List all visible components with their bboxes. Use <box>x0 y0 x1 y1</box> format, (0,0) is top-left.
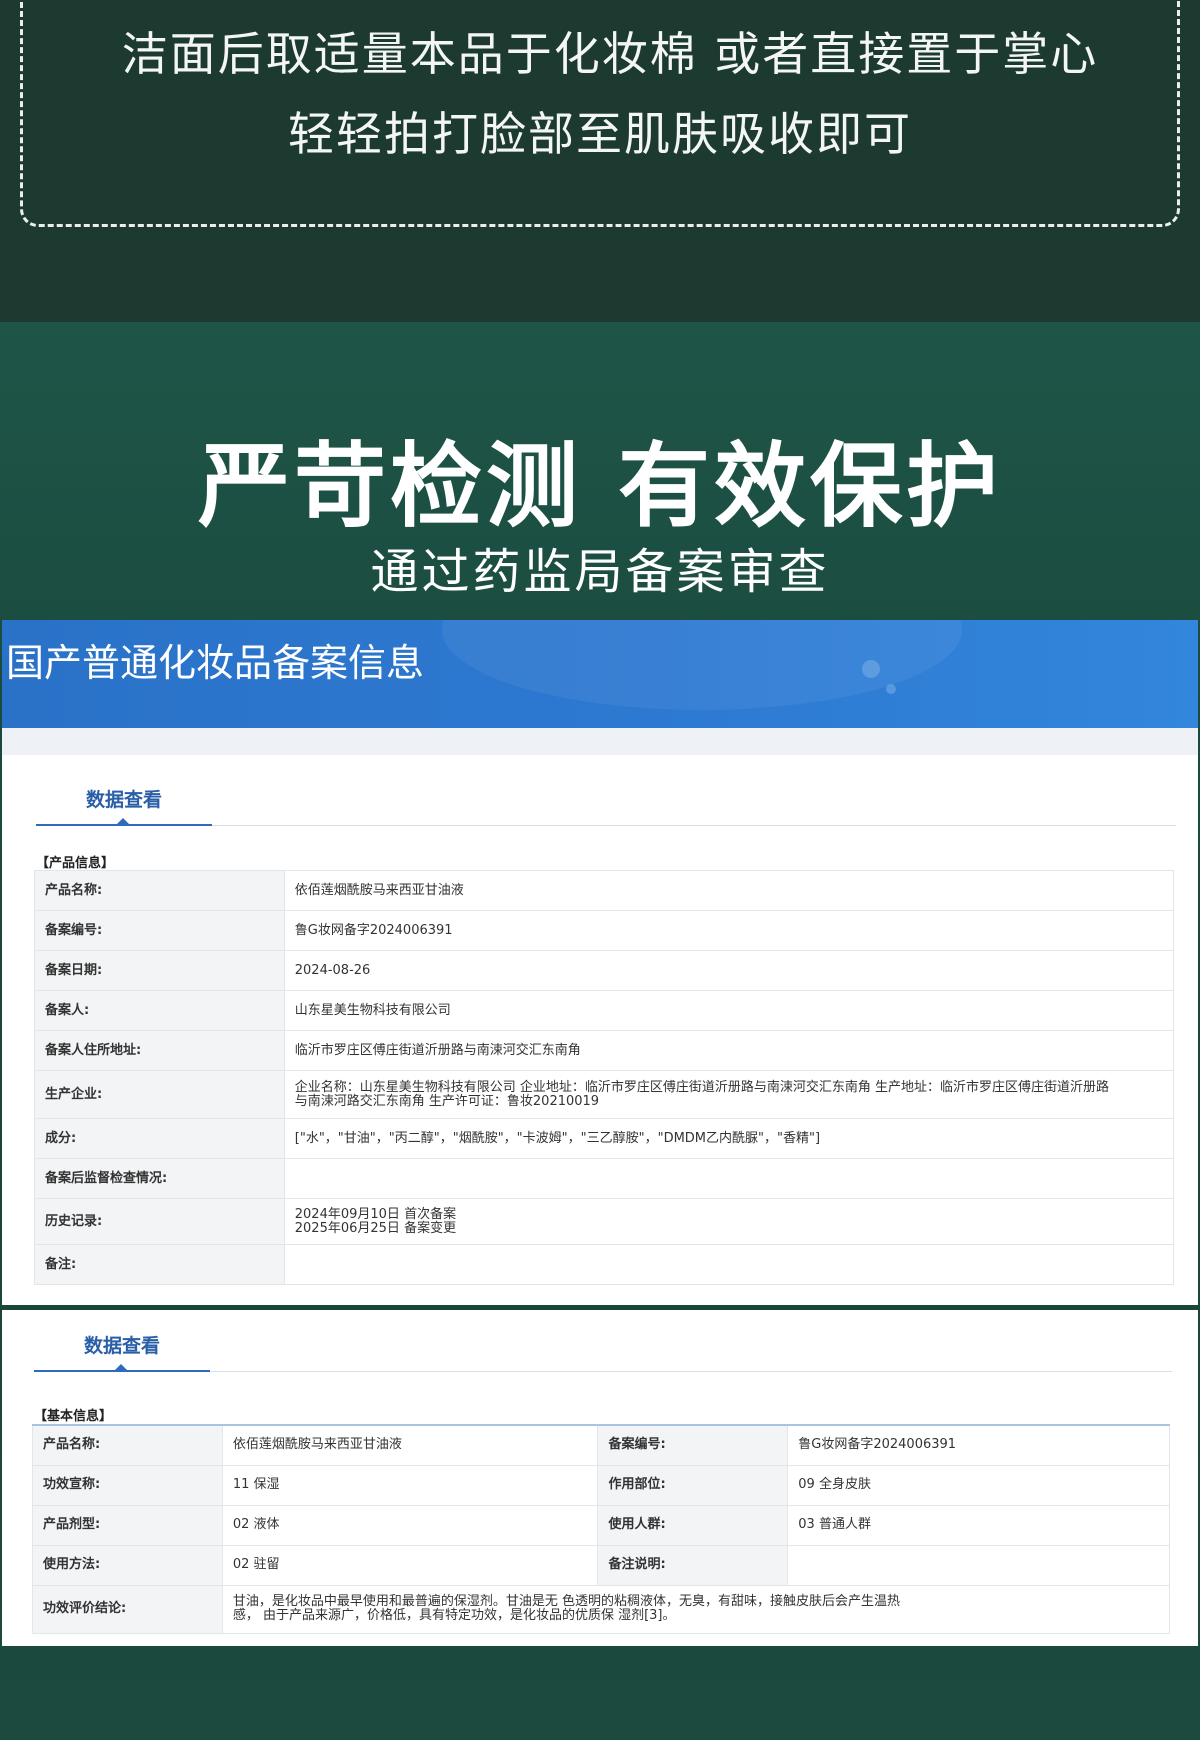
tab-data-view[interactable]: 数据查看 <box>34 1328 210 1372</box>
table-row: 备案日期: 2024-08-26 <box>34 950 1175 991</box>
conclusion-line: 甘油，是化妆品中最早使用和最普遍的保湿剂。甘油是无 色透明的粘稠液体，无臭，有甜… <box>232 1594 900 1609</box>
tab-data-view-label: 数据查看 <box>85 789 162 811</box>
row-label: 产品剂型: <box>32 1504 223 1546</box>
table-row: 备注: <box>34 1244 1175 1285</box>
row-label: 使用方法: <box>32 1544 223 1586</box>
history-entry: 2025年06月25日 备案变更 <box>294 1220 457 1236</box>
table-row: 备案人: 山东星美生物科技有限公司 <box>34 990 1175 1031</box>
history-entry: 2024年09月10日 首次备案 <box>294 1206 457 1222</box>
row-label: 备案编号: <box>34 910 285 951</box>
product-info-heading: 【产品信息】 <box>36 856 115 871</box>
tab-caret-icon <box>114 1364 128 1371</box>
efficacy-conclusion: 甘油，是化妆品中最早使用和最普遍的保湿剂。甘油是无 色透明的粘稠液体，无臭，有甜… <box>221 1584 1171 1634</box>
row-value: 02 驻留 <box>221 1544 599 1586</box>
tab-data-view-label: 数据查看 <box>83 1335 160 1357</box>
table-row: 备案编号: 鲁G妆网备字2024006391 <box>34 910 1175 951</box>
row-label: 备案人: <box>34 990 285 1031</box>
row-value: 03 普通人群 <box>787 1504 1170 1546</box>
row-label: 备注说明: <box>597 1544 789 1586</box>
table-row: 功效宣称: 11 保湿 作用部位: 09 全身皮肤 <box>32 1464 1170 1506</box>
row-label: 备案人住所地址: <box>34 1030 285 1071</box>
row-value: 02 液体 <box>221 1504 599 1546</box>
row-label: 历史记录: <box>34 1198 285 1245</box>
row-value: 临沂市罗庄区傅庄街道沂册路与南涑河交汇东南角 <box>283 1030 1175 1071</box>
registry-banner: 国产普通化妆品备案信息 <box>2 620 1198 728</box>
row-value <box>787 1544 1170 1586</box>
usage-line-2: 轻轻拍打脸部至肌肤吸收即可 <box>288 107 912 161</box>
banner-strip <box>2 728 1198 755</box>
row-label: 生产企业: <box>34 1070 285 1119</box>
row-value: 11 保湿 <box>221 1464 599 1506</box>
table-row: 生产企业: 企业名称：山东星美生物科技有限公司 企业地址：临沂市罗庄区傅庄街道沂… <box>34 1070 1175 1119</box>
banner-decoration <box>442 620 962 710</box>
row-label: 功效评价结论: <box>32 1584 223 1634</box>
row-label: 作用部位: <box>597 1464 789 1506</box>
inspection-subtitle: 通过药监局备案审查 <box>370 544 830 600</box>
row-value: 山东星美生物科技有限公司 <box>283 990 1175 1031</box>
tab-bar: 数据查看 <box>34 1328 1172 1372</box>
tab-bar: 数据查看 <box>36 782 1176 826</box>
row-value <box>283 1244 1175 1285</box>
row-label: 产品名称: <box>34 870 285 911</box>
row-label: 功效宣称: <box>32 1464 223 1506</box>
inspection-title: 严苛检测 有效保护 <box>197 433 1003 540</box>
table-row: 历史记录: 2024年09月10日 首次备案 2025年06月25日 备案变更 <box>34 1198 1175 1245</box>
row-label: 备案编号: <box>597 1424 789 1466</box>
product-info-table: 产品名称: 依佰莲烟酰胺马来西亚甘油液 备案编号: 鲁G妆网备字20240063… <box>34 870 1175 1285</box>
row-value: 09 全身皮肤 <box>787 1464 1170 1506</box>
row-value: 企业名称：山东星美生物科技有限公司 企业地址：临沂市罗庄区傅庄街道沂册路与南涑河… <box>283 1070 1175 1119</box>
basic-info-table: 产品名称: 依佰莲烟酰胺马来西亚甘油液 备案编号: 鲁G妆网备字20240063… <box>32 1424 1171 1634</box>
table-row: 成分: ["水"，"甘油"，"丙二醇"，"烟酰胺"，"卡波姆"，"三乙醇胺"，"… <box>34 1118 1175 1159</box>
table-row: 备案后监督检查情况: <box>34 1158 1175 1199</box>
usage-line-1: 洁面后取适量本品于化妆棉 或者直接置于掌心 <box>121 27 1099 81</box>
table-row: 使用方法: 02 驻留 备注说明: <box>32 1544 1170 1586</box>
row-label: 成分: <box>34 1118 285 1159</box>
row-value: 2024-08-26 <box>283 950 1175 991</box>
row-value: 依佰莲烟酰胺马来西亚甘油液 <box>283 870 1175 911</box>
row-label: 备案日期: <box>34 950 285 991</box>
tab-caret-icon <box>116 818 130 825</box>
row-value: 2024年09月10日 首次备案 2025年06月25日 备案变更 <box>283 1198 1175 1245</box>
table-row: 备案人住所地址: 临沂市罗庄区傅庄街道沂册路与南涑河交汇东南角 <box>34 1030 1175 1071</box>
basic-info-heading: 【基本信息】 <box>34 1409 113 1424</box>
row-label: 使用人群: <box>597 1504 789 1546</box>
row-value <box>283 1158 1175 1199</box>
usage-section: 洁面后取适量本品于化妆棉 或者直接置于掌心 轻轻拍打脸部至肌肤吸收即可 <box>0 0 1200 322</box>
row-label: 备注: <box>34 1244 285 1285</box>
tab-data-view[interactable]: 数据查看 <box>36 782 212 826</box>
conclusion-line: 感， 由于产品来源广，价格低，具有特定功效，是化妆品的优质保 湿剂[3]。 <box>232 1608 676 1623</box>
row-value: 鲁G妆网备字2024006391 <box>787 1424 1170 1466</box>
row-label: 备案后监督检查情况: <box>34 1158 285 1199</box>
banner-dot <box>886 684 896 694</box>
row-value: 鲁G妆网备字2024006391 <box>283 910 1175 951</box>
banner-dot <box>862 660 880 678</box>
row-value: 依佰莲烟酰胺马来西亚甘油液 <box>221 1424 599 1466</box>
table-row: 产品剂型: 02 液体 使用人群: 03 普通人群 <box>32 1504 1170 1546</box>
row-label: 产品名称: <box>32 1424 223 1466</box>
table-row: 功效评价结论: 甘油，是化妆品中最早使用和最普遍的保湿剂。甘油是无 色透明的粘稠… <box>32 1584 1171 1634</box>
registry-banner-title: 国产普通化妆品备案信息 <box>6 641 425 685</box>
table-row: 产品名称: 依佰莲烟酰胺马来西亚甘油液 <box>34 870 1175 911</box>
row-value: ["水"，"甘油"，"丙二醇"，"烟酰胺"，"卡波姆"，"三乙醇胺"，"DMDM… <box>283 1118 1175 1159</box>
table-row: 产品名称: 依佰莲烟酰胺马来西亚甘油液 备案编号: 鲁G妆网备字20240063… <box>32 1424 1170 1466</box>
